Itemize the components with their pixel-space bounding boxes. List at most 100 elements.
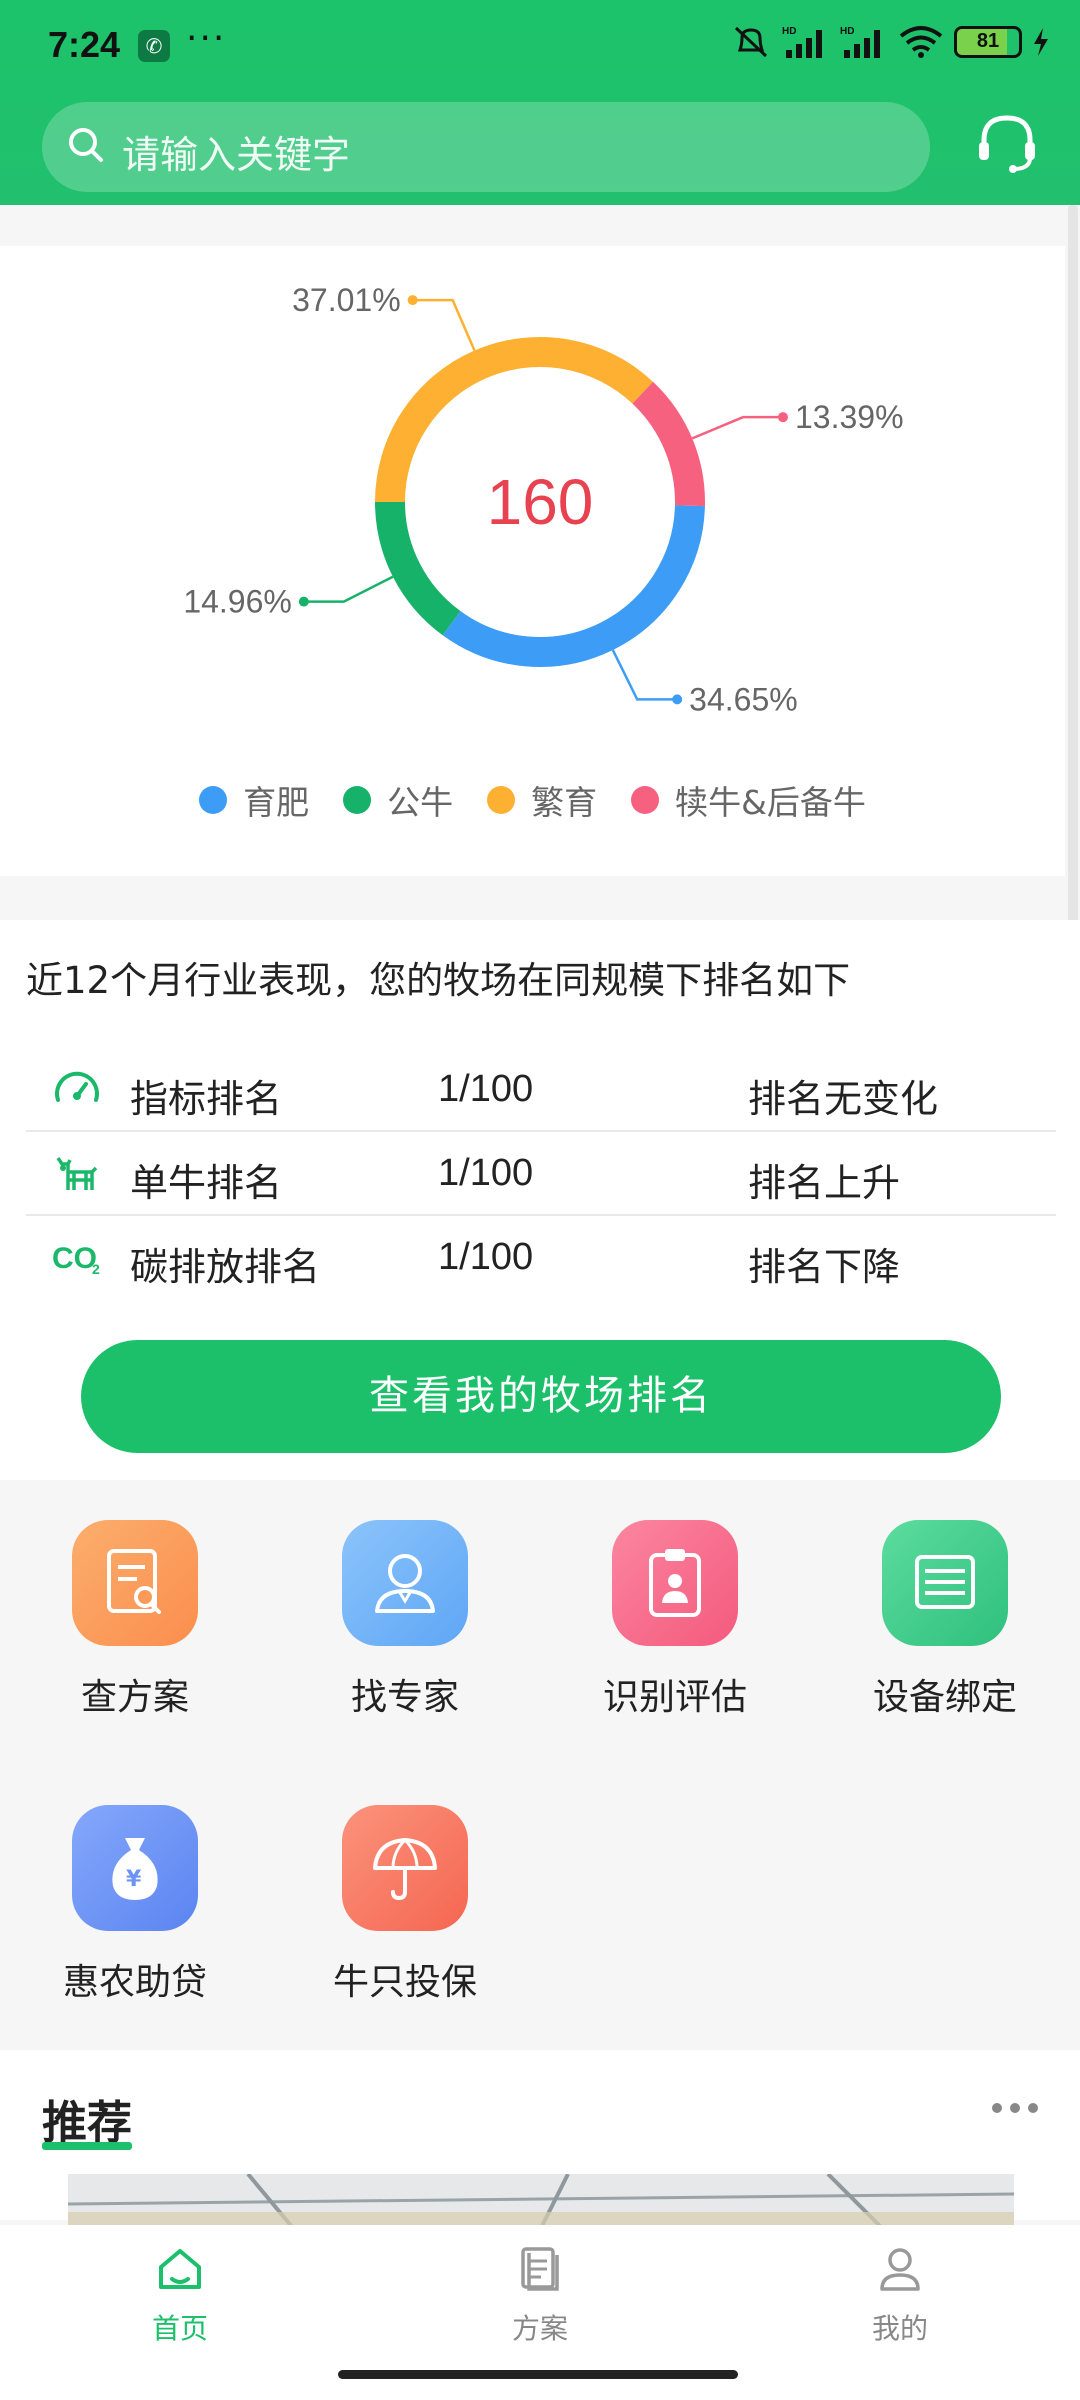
services-grid: 查方案 找专家 识别评估 设备绑定 ¥ 惠农助贷 牛只投保 — [0, 1480, 1080, 2050]
slice-percent-label: 13.39% — [795, 399, 904, 435]
service-cattle-insurance[interactable]: 牛只投保 — [305, 1805, 505, 2005]
umbrella-icon — [342, 1805, 468, 1931]
document-icon — [521, 2247, 559, 2291]
recommend-section: 推荐 — [0, 2050, 1080, 2234]
service-label: 找专家 — [350, 1677, 459, 1718]
ranking-value: 1/100 — [438, 1236, 534, 1278]
donut-slice-3[interactable] — [632, 381, 705, 507]
ranking-row-carbon[interactable]: CO 2 碳排放排名 1/100 排名下降 — [26, 1216, 1056, 1300]
cow-icon — [56, 1157, 98, 1190]
slice-percent-label: 14.96% — [183, 584, 292, 620]
tab-plans[interactable]: 方案 — [440, 2245, 640, 2347]
app-header: 7:24 ✆ ··· HD HD 81 请输入关键字 — [0, 0, 1080, 205]
tab-home[interactable]: 首页 — [80, 2245, 280, 2347]
donut-chart: 37.01% 13.39% 34.65% 14.96% 160 — [183, 282, 904, 717]
service-label: 查方案 — [80, 1677, 189, 1718]
tab-label: 我的 — [871, 2312, 928, 2345]
label-leader-line — [611, 649, 678, 701]
legend-dot — [631, 786, 660, 814]
ranking-value: 1/100 — [438, 1068, 534, 1110]
co2-icon: CO 2 — [52, 1242, 100, 1277]
document-search-icon — [72, 1520, 198, 1646]
more-icon[interactable] — [990, 2098, 1040, 2118]
slice-percent-label: 37.01% — [292, 282, 401, 318]
label-leader-line — [303, 575, 394, 603]
ranking-value: 1/100 — [438, 1152, 534, 1194]
money-bag-icon: ¥ — [72, 1805, 198, 1931]
call-icon: ✆ — [138, 30, 170, 62]
ranking-row-single-cow[interactable]: 单牛排名 1/100 排名上升 — [26, 1132, 1056, 1216]
ranking-name: 碳排放排名 — [130, 1245, 321, 1289]
ranking-title: 近12个月行业表现，您的牧场在同规模下排名如下 — [26, 959, 851, 1002]
clipboard-icon — [612, 1520, 738, 1646]
legend-label: 公牛 — [387, 783, 454, 822]
label-dot — [407, 295, 418, 306]
status-bar: 7:24 ✆ ··· HD HD 81 — [0, 0, 1080, 95]
svg-text:HD: HD — [782, 26, 796, 37]
more-notifications-icon: ··· — [186, 18, 227, 59]
expert-icon — [342, 1520, 468, 1646]
scrollbar[interactable] — [1068, 205, 1078, 1025]
ranking-status: 排名无变化 — [748, 1077, 939, 1121]
battery-level: 81 — [976, 30, 1000, 52]
view-my-ranking-button[interactable]: 查看我的牧场排名 — [81, 1340, 1001, 1453]
label-dot — [777, 412, 788, 423]
ranking-status: 排名上升 — [748, 1161, 901, 1205]
status-time: 7:24 — [48, 24, 121, 65]
customer-service-icon[interactable] — [972, 108, 1042, 178]
recommend-underline — [42, 2142, 132, 2150]
signal-icon-2: HD — [840, 26, 880, 58]
label-leader-line — [691, 415, 783, 440]
legend-dot — [343, 786, 372, 814]
service-label: 牛只投保 — [332, 1962, 477, 2003]
service-find-expert[interactable]: 找专家 — [305, 1520, 505, 1720]
ranking-status: 排名下降 — [748, 1245, 901, 1289]
label-leader-line — [412, 298, 476, 352]
legend-dot — [487, 786, 516, 814]
legend-item[interactable]: 犊牛&后备牛 — [631, 776, 866, 824]
mute-icon — [734, 26, 768, 58]
service-label: 设备绑定 — [872, 1677, 1017, 1718]
charging-icon — [1034, 28, 1048, 56]
user-icon — [880, 2248, 920, 2291]
label-dot — [298, 596, 309, 607]
service-label: 惠农助贷 — [62, 1962, 207, 2003]
service-label: 识别评估 — [602, 1677, 747, 1718]
donut-slice-1[interactable] — [375, 501, 461, 636]
battery-icon: 81 — [954, 26, 1022, 58]
tab-mine[interactable]: 我的 — [800, 2245, 1000, 2347]
wifi-icon — [899, 26, 943, 58]
chart-legend: 育肥 公牛 繁育 犊牛&后备牛 — [0, 776, 1065, 824]
legend-item[interactable]: 繁育 — [487, 776, 597, 824]
legend-dot — [199, 786, 228, 814]
slice-percent-label: 34.65% — [689, 681, 798, 717]
device-icon — [882, 1520, 1008, 1646]
gauge-icon — [55, 1071, 99, 1102]
home-indicator[interactable] — [338, 2370, 738, 2379]
ranking-row-indicator[interactable]: 指标排名 1/100 排名无变化 — [26, 1048, 1056, 1132]
service-identify-assess[interactable]: 识别评估 — [575, 1520, 775, 1720]
legend-label: 犊牛&后备牛 — [675, 783, 866, 822]
ranking-name: 单牛排名 — [130, 1161, 283, 1205]
home-icon — [159, 2249, 201, 2289]
service-find-plan[interactable]: 查方案 — [35, 1520, 235, 1720]
tab-label: 方案 — [511, 2312, 568, 2345]
svg-text:2: 2 — [92, 1261, 100, 1277]
legend-label: 繁育 — [531, 783, 598, 822]
service-device-binding[interactable]: 设备绑定 — [845, 1520, 1045, 1720]
label-dot — [672, 694, 683, 705]
ranking-name: 指标排名 — [130, 1077, 283, 1121]
legend-item[interactable]: 公牛 — [343, 776, 453, 824]
signal-icon: HD — [782, 26, 822, 58]
svg-text:HD: HD — [840, 26, 854, 37]
svg-text:CO: CO — [52, 1242, 97, 1275]
legend-label: 育肥 — [243, 783, 310, 822]
legend-item[interactable]: 育肥 — [199, 776, 309, 824]
herd-distribution-chart: 37.01% 13.39% 34.65% 14.96% 160 育肥 公牛 繁育 犊牛&后备牛 — [0, 246, 1065, 876]
svg-text:¥: ¥ — [126, 1867, 142, 1892]
search-input[interactable]: 请输入关键字 — [42, 102, 930, 192]
search-icon — [69, 128, 103, 162]
tab-label: 首页 — [151, 2312, 208, 2345]
status-icons: HD HD 81 — [730, 24, 1050, 60]
service-agri-loan[interactable]: ¥ 惠农助贷 — [35, 1805, 235, 2005]
